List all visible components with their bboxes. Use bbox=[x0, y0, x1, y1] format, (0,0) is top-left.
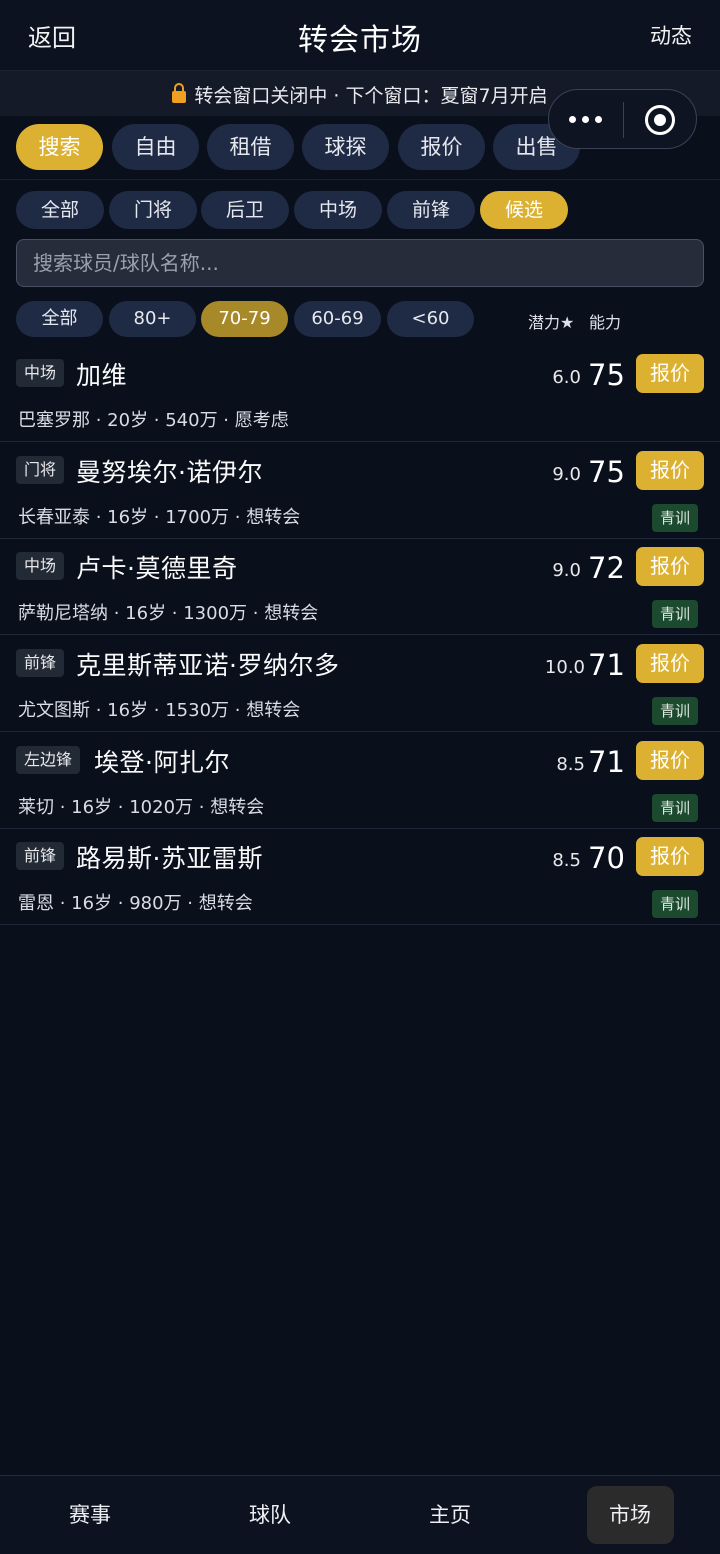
offer-button[interactable]: 报价 bbox=[636, 837, 704, 876]
filter-rating-60-69[interactable]: 60-69 bbox=[294, 301, 381, 337]
search-box bbox=[16, 239, 704, 287]
offer-button[interactable]: 报价 bbox=[636, 644, 704, 683]
player-details: 巴塞罗那 · 20岁 · 540万 · 愿考虑 bbox=[18, 410, 289, 431]
player-details: 尤文图斯 · 16岁 · 1530万 · 想转会 bbox=[18, 700, 301, 721]
ability-value: 71 bbox=[588, 745, 625, 779]
player-row[interactable]: 前锋 路易斯·苏亚雷斯 雷恩 · 16岁 · 980万 · 想转会 8.5 70… bbox=[0, 828, 720, 925]
position-tag: 左边锋 bbox=[16, 746, 81, 774]
player-details: 莱切 · 16岁 · 1020万 · 想转会 bbox=[18, 797, 265, 818]
filter-rating-80plus[interactable]: 80+ bbox=[109, 301, 196, 337]
player-row[interactable]: 中场 卢卡·莫德里奇 萨勒尼塔纳 · 16岁 · 1300万 · 想转会 9.0… bbox=[0, 538, 720, 635]
player-name: 曼努埃尔·诺伊尔 bbox=[76, 458, 263, 487]
nav-label: 市场 bbox=[609, 1503, 651, 1527]
news-button[interactable]: 动态 bbox=[650, 20, 692, 50]
youth-badge: 青训 bbox=[652, 890, 698, 918]
tab-free[interactable]: 自由 bbox=[112, 124, 199, 170]
player-name: 克里斯蒂亚诺·罗纳尔多 bbox=[76, 651, 340, 680]
nav-label: 球队 bbox=[249, 1503, 291, 1527]
filter-rating-under60[interactable]: <60 bbox=[387, 301, 474, 337]
search-input[interactable] bbox=[17, 240, 703, 286]
filter-position-all[interactable]: 全部 bbox=[16, 191, 104, 229]
bottom-navigation: 赛事 球队 主页 市场 bbox=[0, 1475, 720, 1554]
ability-value: 70 bbox=[588, 841, 625, 875]
nav-market[interactable]: 市场 bbox=[540, 1476, 720, 1554]
nav-label: 赛事 bbox=[69, 1503, 111, 1527]
youth-badge: 青训 bbox=[652, 697, 698, 725]
player-row[interactable]: 中场 加维 巴塞罗那 · 20岁 · 540万 · 愿考虑 6.0 75 报价 bbox=[0, 345, 720, 442]
youth-badge: 青训 bbox=[652, 504, 698, 532]
offer-button[interactable]: 报价 bbox=[636, 547, 704, 586]
tab-search[interactable]: 搜索 bbox=[16, 124, 103, 170]
nav-team[interactable]: 球队 bbox=[180, 1476, 360, 1554]
ability-legend: 能力 bbox=[589, 313, 622, 332]
potential-value: 8.5 bbox=[552, 850, 581, 871]
potential-value: 6.0 bbox=[552, 367, 581, 388]
miniprogram-capsule bbox=[548, 89, 697, 149]
player-details: 萨勒尼塔纳 · 16岁 · 1300万 · 想转会 bbox=[18, 603, 319, 624]
youth-badge: 青训 bbox=[652, 794, 698, 822]
close-miniprogram-icon[interactable] bbox=[645, 105, 675, 135]
nav-matches[interactable]: 赛事 bbox=[0, 1476, 180, 1554]
ability-value: 71 bbox=[588, 648, 625, 682]
notice-text: 转会窗口关闭中 · 下个窗口：夏窗7月开启 bbox=[194, 85, 548, 107]
top-navigation-bar: 返回 转会市场 动态 bbox=[0, 0, 720, 70]
potential-value: 8.5 bbox=[556, 754, 585, 775]
youth-badge: 青训 bbox=[652, 600, 698, 628]
page-title: 转会市场 bbox=[298, 23, 422, 58]
player-name: 卢卡·莫德里奇 bbox=[76, 554, 238, 583]
player-details: 雷恩 · 16岁 · 980万 · 想转会 bbox=[18, 893, 253, 914]
filter-position-defender[interactable]: 后卫 bbox=[201, 191, 289, 229]
lock-icon bbox=[172, 83, 187, 103]
player-row[interactable]: 门将 曼努埃尔·诺伊尔 长春亚泰 · 16岁 · 1700万 · 想转会 9.0… bbox=[0, 442, 720, 539]
divider bbox=[0, 179, 720, 180]
position-tag: 中场 bbox=[16, 552, 65, 580]
ability-value: 72 bbox=[588, 551, 625, 585]
position-tag: 中场 bbox=[16, 359, 65, 387]
filter-position-goalkeeper[interactable]: 门将 bbox=[109, 191, 197, 229]
player-details: 长春亚泰 · 16岁 · 1700万 · 想转会 bbox=[18, 507, 301, 528]
position-tag: 前锋 bbox=[16, 842, 65, 870]
filter-rating-all[interactable]: 全部 bbox=[16, 301, 103, 337]
filter-rating-70-79[interactable]: 70-79 bbox=[201, 301, 288, 337]
tab-offers[interactable]: 报价 bbox=[398, 124, 485, 170]
offer-button[interactable]: 报价 bbox=[636, 354, 704, 393]
filter-position-midfielder[interactable]: 中场 bbox=[294, 191, 382, 229]
player-name: 路易斯·苏亚雷斯 bbox=[76, 844, 263, 873]
position-tag: 前锋 bbox=[16, 649, 65, 677]
tab-loan[interactable]: 租借 bbox=[207, 124, 294, 170]
tab-scout[interactable]: 球探 bbox=[302, 124, 389, 170]
player-row[interactable]: 左边锋 埃登·阿扎尔 莱切 · 16岁 · 1020万 · 想转会 8.5 71… bbox=[0, 732, 720, 829]
potential-value: 10.0 bbox=[544, 657, 585, 678]
potential-legend: 潜力★ bbox=[528, 313, 575, 332]
offer-button[interactable]: 报价 bbox=[636, 451, 704, 490]
filter-position-forward[interactable]: 前锋 bbox=[387, 191, 475, 229]
potential-value: 9.0 bbox=[552, 560, 581, 581]
position-tag: 门将 bbox=[16, 456, 65, 484]
potential-value: 9.0 bbox=[552, 464, 581, 485]
player-name: 埃登·阿扎尔 bbox=[94, 748, 230, 777]
player-row[interactable]: 前锋 克里斯蒂亚诺·罗纳尔多 尤文图斯 · 16岁 · 1530万 · 想转会 … bbox=[0, 635, 720, 732]
player-name: 加维 bbox=[76, 361, 128, 390]
nav-home[interactable]: 主页 bbox=[360, 1476, 540, 1554]
offer-button[interactable]: 报价 bbox=[636, 741, 704, 780]
ability-value: 75 bbox=[588, 455, 625, 489]
nav-label: 主页 bbox=[429, 1503, 471, 1527]
filter-position-shortlist[interactable]: 候选 bbox=[480, 191, 568, 229]
ability-value: 75 bbox=[588, 358, 625, 392]
more-icon[interactable] bbox=[569, 116, 603, 124]
